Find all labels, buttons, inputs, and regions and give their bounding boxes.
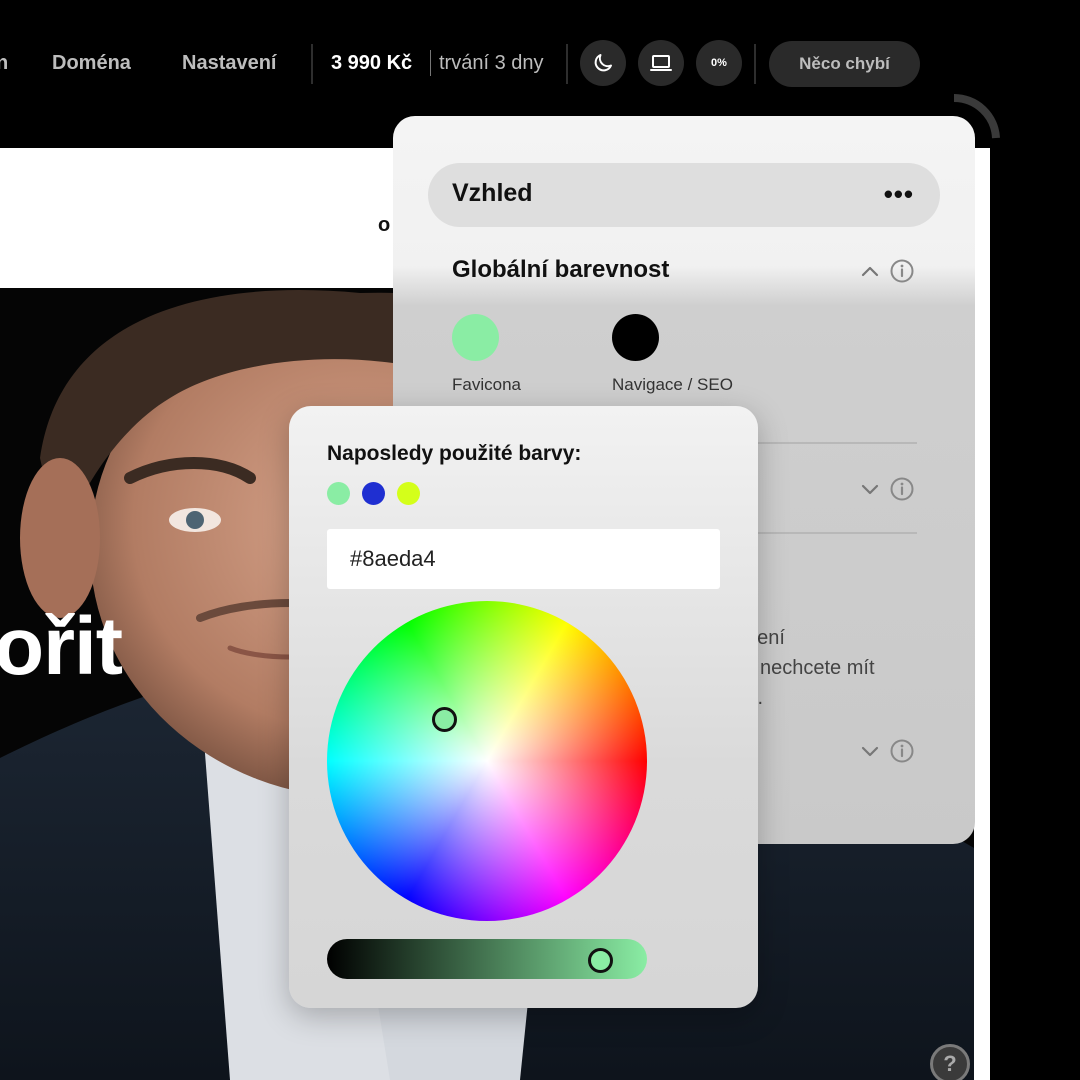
nav-item-partial[interactable]: n <box>0 52 8 75</box>
device-preview-button[interactable] <box>638 40 684 86</box>
something-missing-button[interactable]: Něco chybí <box>769 41 920 87</box>
color-wheel[interactable] <box>327 601 647 921</box>
moon-icon <box>594 54 612 72</box>
more-dots-icon[interactable]: ••• <box>884 181 914 207</box>
divider <box>311 44 313 84</box>
panel-title: Vzhled <box>452 179 533 207</box>
price: 3 990 Kč <box>331 52 413 74</box>
color-wheel-handle[interactable] <box>432 707 457 732</box>
swatch-label: Favicona <box>452 375 521 394</box>
trial-duration: trvání 3 dny <box>439 52 544 74</box>
navigation-color-swatch[interactable] <box>612 314 659 361</box>
chevron-down-icon[interactable] <box>859 740 881 762</box>
panel-header: Vzhled ••• <box>428 163 940 227</box>
section-title[interactable]: Globální barevnost <box>452 256 669 284</box>
swatch-label: Navigace / SEO <box>612 375 733 394</box>
hex-color-input[interactable] <box>327 529 720 589</box>
chevron-up-icon[interactable] <box>859 261 881 283</box>
theme-toggle-button[interactable] <box>580 40 626 86</box>
divider <box>754 44 756 84</box>
preview-nav-item[interactable]: o <box>378 214 390 237</box>
chevron-down-icon[interactable] <box>859 478 881 500</box>
recent-color-swatch[interactable] <box>362 482 385 505</box>
top-bar: n Doména Nastavení 3 990 Kč trvání 3 dny… <box>0 0 1080 128</box>
brightness-slider-handle[interactable] <box>587 948 613 973</box>
hero-headline: ořit <box>0 601 123 692</box>
recent-color-swatch[interactable] <box>327 482 350 505</box>
description-text: nechcete mít <box>760 657 875 679</box>
recent-color-swatch[interactable] <box>397 482 420 505</box>
nav-item-settings[interactable]: Nastavení <box>182 52 277 75</box>
help-button[interactable]: ? <box>930 1044 970 1080</box>
color-picker-popover: Naposledy použité barvy: <box>289 406 758 1008</box>
preview-frame-edge <box>974 148 990 1080</box>
favicon-color-swatch[interactable] <box>452 314 499 361</box>
divider <box>566 44 568 84</box>
divider <box>430 50 431 76</box>
info-icon[interactable] <box>890 739 914 763</box>
laptop-icon <box>650 55 672 71</box>
nav-item-domain[interactable]: Doména <box>52 52 131 75</box>
info-icon[interactable] <box>890 259 914 283</box>
info-icon[interactable] <box>890 477 914 501</box>
progress-button[interactable]: 0% <box>696 40 742 86</box>
progress-label: 0% <box>711 57 727 69</box>
recent-colors-title: Naposledy použité barvy: <box>327 442 582 465</box>
